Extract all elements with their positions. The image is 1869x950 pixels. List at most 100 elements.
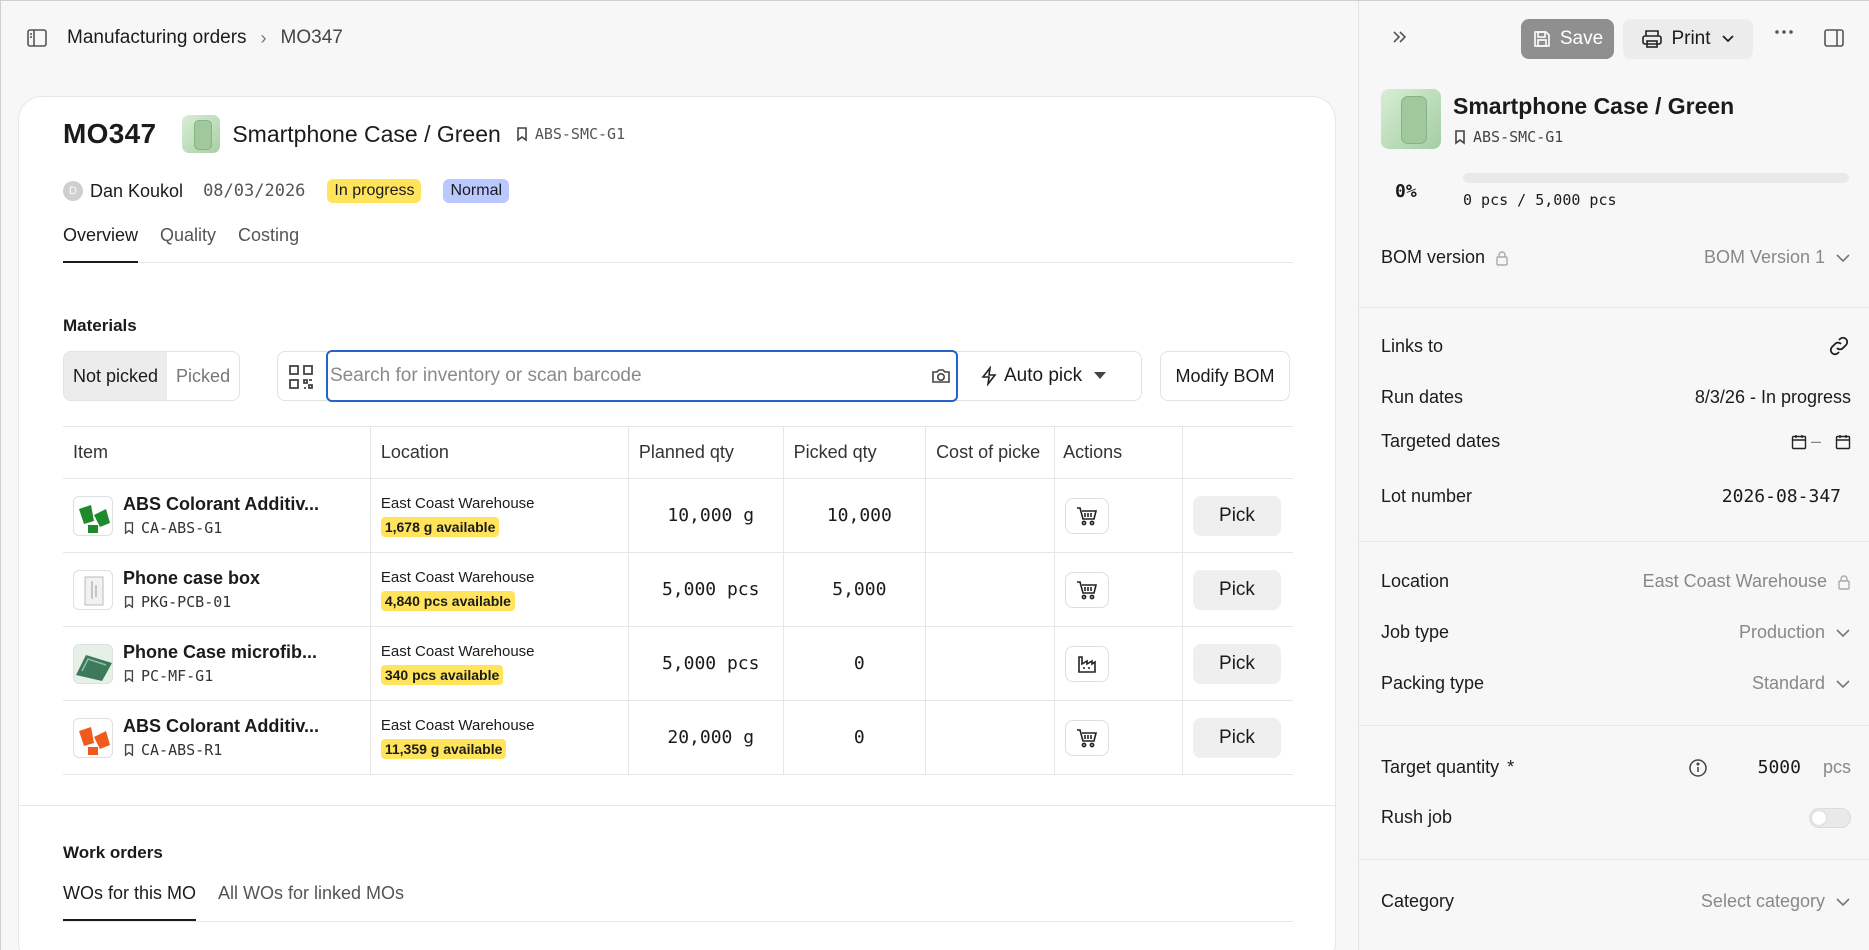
item-name[interactable]: ABS Colorant Additiv... — [123, 716, 323, 737]
filter-not-picked[interactable]: Not picked — [64, 352, 168, 400]
target-quantity-row: Target quantity * 5000 pcs — [1381, 757, 1851, 778]
lot-value[interactable]: 2026-08-347 — [1722, 486, 1851, 507]
owner-name[interactable]: Dan Koukol — [90, 181, 183, 202]
order-date[interactable]: 08/03/2026 — [203, 181, 305, 201]
item-name[interactable]: Phone Case microfib... — [123, 642, 323, 663]
search-input[interactable] — [326, 350, 958, 402]
pick-button[interactable]: Pick — [1192, 495, 1281, 536]
table-row[interactable]: Phone case box PKG-PCB-01 East Coast War… — [63, 552, 1293, 627]
picked-qty[interactable]: 0 — [783, 700, 927, 775]
picked-filter: Not picked Picked — [63, 351, 241, 401]
tab-wos-linked-mos[interactable]: All WOs for linked MOs — [218, 877, 404, 921]
bom-version-row[interactable]: BOM version BOM Version 1 — [1381, 247, 1851, 268]
top-bar: Manufacturing orders › MO347 — [1, 1, 1358, 75]
item-name[interactable]: Phone case box — [123, 568, 323, 589]
picked-qty[interactable]: 0 — [783, 626, 927, 701]
camera-icon[interactable] — [930, 365, 952, 387]
factory-icon[interactable] — [1065, 645, 1110, 682]
col-pick — [1182, 426, 1293, 479]
table-row[interactable]: ABS Colorant Additiv... CA-ABS-G1 East C… — [63, 478, 1293, 553]
sidebar-toggle-icon[interactable] — [25, 26, 49, 50]
category-select[interactable]: Select category — [1701, 891, 1825, 912]
targeted-dates-label: Targeted dates — [1381, 431, 1501, 451]
lightning-icon — [980, 366, 998, 386]
lock-icon — [1837, 574, 1851, 590]
panel-toggle-icon[interactable] — [1823, 27, 1845, 49]
item-location: East Coast Warehouse — [380, 642, 535, 660]
bookmark-icon — [123, 669, 135, 683]
divider — [1359, 307, 1869, 308]
cost-of-picked — [925, 700, 1056, 775]
cost-of-picked — [925, 626, 1056, 701]
item-sku: PC-MF-G1 — [141, 667, 214, 685]
auto-pick-button[interactable]: Auto pick — [980, 352, 1107, 400]
tab-costing[interactable]: Costing — [238, 219, 299, 263]
bom-value: BOM Version 1 — [1703, 247, 1825, 267]
pick-button[interactable]: Pick — [1192, 569, 1281, 610]
planned-qty: 5,000 pcs — [628, 626, 784, 701]
cart-icon[interactable] — [1065, 571, 1110, 608]
rush-job-toggle[interactable] — [1809, 807, 1851, 828]
product-sku-text: ABS-SMC-G1 — [534, 125, 626, 143]
tab-overview[interactable]: Overview — [63, 219, 139, 263]
lot-number-row[interactable]: Lot number 2026-08-347 — [1381, 486, 1851, 507]
panel-product-name[interactable]: Smartphone Case / Green — [1453, 93, 1734, 120]
calendar-icon[interactable] — [1791, 434, 1807, 450]
more-options-icon[interactable] — [1774, 29, 1794, 35]
save-button[interactable]: Save — [1521, 19, 1614, 59]
item-location: East Coast Warehouse — [380, 568, 535, 586]
item-location: East Coast Warehouse — [380, 716, 535, 734]
table-row[interactable]: ABS Colorant Additiv... CA-ABS-R1 East C… — [63, 700, 1293, 775]
breadcrumb-separator: › — [260, 27, 267, 48]
breadcrumb-parent[interactable]: Manufacturing orders — [67, 27, 247, 49]
work-orders-title: Work orders — [63, 843, 163, 862]
divider — [1359, 541, 1869, 542]
print-button[interactable]: Print — [1623, 19, 1753, 59]
packing-type-row[interactable]: Packing type Standard — [1381, 673, 1851, 694]
cost-of-picked — [925, 552, 1056, 627]
expand-chevrons-icon[interactable] — [1389, 27, 1409, 47]
calendar-icon[interactable] — [1835, 434, 1851, 450]
cart-icon[interactable] — [1065, 719, 1110, 756]
job-type-row[interactable]: Job type Production — [1381, 622, 1851, 643]
pick-button[interactable]: Pick — [1192, 643, 1281, 684]
status-badge[interactable]: In progress — [327, 179, 422, 203]
pick-button[interactable]: Pick — [1192, 717, 1281, 758]
category-label: Category — [1381, 891, 1455, 911]
col-location[interactable]: Location — [370, 426, 629, 479]
col-cost-of-picked[interactable]: Cost of picke — [925, 426, 1056, 479]
filter-picked[interactable]: Picked — [167, 352, 239, 400]
cost-of-picked — [925, 478, 1056, 553]
col-actions: Actions — [1054, 426, 1183, 479]
tab-quality[interactable]: Quality — [160, 219, 216, 263]
item-sku: CA-ABS-G1 — [141, 519, 223, 537]
link-icon[interactable] — [1827, 334, 1851, 358]
item-name[interactable]: ABS Colorant Additiv... — [123, 494, 323, 515]
avatar: D — [63, 181, 83, 201]
col-item[interactable]: Item — [63, 426, 371, 479]
run-dates-row[interactable]: Run dates 8/3/26 - In progress — [1381, 387, 1851, 408]
location-label: Location — [1381, 571, 1450, 591]
cart-icon[interactable] — [1065, 497, 1110, 534]
picked-qty[interactable]: 5,000 — [783, 552, 927, 627]
target-qty-input[interactable]: 5000 — [1758, 757, 1801, 778]
product-name[interactable]: Smartphone Case / Green — [232, 121, 500, 148]
section-divider — [19, 805, 1335, 806]
meta-row: D Dan Koukol 08/03/2026 In progress Norm… — [63, 179, 510, 203]
material-search-bar: Auto pick — [277, 350, 1142, 402]
caret-down-icon — [1094, 372, 1107, 380]
item-sku: PKG-PCB-01 — [141, 593, 232, 611]
detail-tabs: Overview Quality Costing — [63, 219, 1293, 263]
category-row[interactable]: Category Select category — [1381, 891, 1851, 912]
tab-wos-this-mo[interactable]: WOs for this MO — [63, 877, 197, 921]
picked-qty[interactable]: 10,000 — [783, 478, 927, 553]
info-icon[interactable] — [1688, 758, 1708, 778]
priority-badge[interactable]: Normal — [443, 179, 510, 203]
table-row[interactable]: Phone Case microfib... PC-MF-G1 East Coa… — [63, 626, 1293, 701]
modify-bom-button[interactable]: Modify BOM — [1160, 351, 1290, 401]
save-icon — [1532, 29, 1552, 49]
progress-bar — [1463, 173, 1849, 183]
col-planned-qty[interactable]: Planned qty — [628, 426, 784, 479]
qr-scan-icon[interactable] — [286, 362, 316, 392]
col-picked-qty[interactable]: Picked qty — [783, 426, 927, 479]
